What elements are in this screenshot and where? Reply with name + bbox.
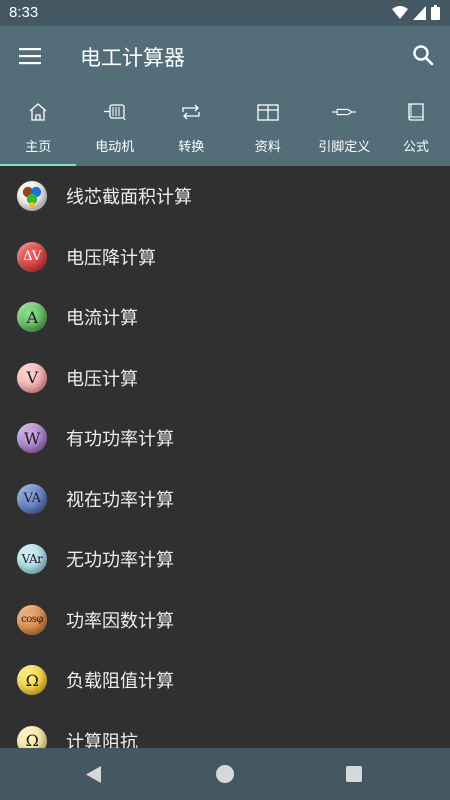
- back-button[interactable]: [86, 766, 102, 787]
- apparent-power-icon: VA: [17, 483, 47, 514]
- list-item-label: 视在功率计算: [66, 489, 174, 511]
- list-item-label: 有功功率计算: [66, 429, 174, 451]
- home-button[interactable]: [216, 765, 234, 783]
- voltage-drop-icon: ΔV: [17, 241, 47, 272]
- list-item-apparent-power[interactable]: VA 视在功率计算: [0, 469, 450, 530]
- wifi-icon: [392, 5, 408, 19]
- tab-label: 资料: [254, 140, 281, 155]
- tab-label: 主页: [25, 140, 52, 155]
- list-item-label: 电流计算: [66, 308, 138, 330]
- search-icon: [413, 45, 434, 66]
- tab-formula[interactable]: 公式: [383, 96, 450, 166]
- motor-icon: [103, 104, 126, 121]
- menu-button[interactable]: [18, 46, 44, 68]
- connector-icon: [332, 108, 357, 116]
- tab-label: 公式: [402, 140, 429, 155]
- book-icon: [408, 103, 424, 121]
- status-icons: [392, 5, 440, 20]
- list-item-power-factor[interactable]: cosφ 功率因数计算: [0, 590, 450, 651]
- table-icon: [257, 104, 279, 121]
- home-icon: [29, 103, 47, 121]
- list-item-wire-cross-section[interactable]: 线芯截面积计算: [0, 166, 450, 227]
- status-bar: 8:33: [0, 0, 450, 26]
- app-title: 电工计算器: [80, 46, 185, 70]
- list-item-impedance[interactable]: Ω 计算阻抗: [0, 711, 450, 748]
- list-item-voltage[interactable]: V 电压计算: [0, 348, 450, 409]
- active-power-icon: W: [17, 423, 47, 454]
- list-item-reactive-power[interactable]: VAr 无功功率计算: [0, 529, 450, 590]
- tab-pinout[interactable]: 引脚定义: [306, 96, 383, 166]
- tab-label: 电动机: [95, 140, 135, 155]
- tab-home[interactable]: 主页: [0, 96, 77, 166]
- battery-icon: [431, 5, 440, 20]
- list-item-label: 无功功率计算: [66, 550, 174, 572]
- list-item-label: 计算阻抗: [66, 731, 138, 748]
- list-item-label: 电压降计算: [66, 247, 156, 269]
- list-item-label: 负载阻值计算: [66, 671, 174, 693]
- wire-cores-graphic: [22, 187, 42, 209]
- reactive-power-icon: VAr: [17, 544, 47, 575]
- tab-bar: 主页 电动机 转换 资料 引脚定义 公式: [0, 96, 450, 166]
- tab-label: 引脚定义: [318, 140, 371, 155]
- impedance-icon: Ω: [17, 725, 47, 748]
- status-time: 8:33: [9, 4, 39, 21]
- system-nav-bar: [0, 748, 450, 800]
- list-item-voltage-drop[interactable]: ΔV 电压降计算: [0, 227, 450, 288]
- search-button[interactable]: [412, 44, 436, 68]
- list-item-active-power[interactable]: W 有功功率计算: [0, 408, 450, 469]
- calculator-list: 线芯截面积计算 ΔV 电压降计算 A 电流计算 V 电压计算 W 有功功率计算 …: [0, 166, 450, 748]
- recents-button[interactable]: [346, 766, 362, 782]
- signal-icon: [413, 5, 426, 20]
- tab-reference[interactable]: 资料: [230, 96, 307, 166]
- convert-icon: [182, 104, 200, 120]
- back-triangle-icon: [86, 766, 101, 783]
- list-item-current[interactable]: A 电流计算: [0, 287, 450, 348]
- list-item-label: 功率因数计算: [66, 610, 174, 632]
- list-item-load-resistance[interactable]: Ω 负载阻值计算: [0, 650, 450, 711]
- power-factor-icon: cosφ: [17, 604, 47, 635]
- load-resistance-icon: Ω: [17, 665, 47, 696]
- list-item-label: 线芯截面积计算: [66, 187, 192, 209]
- list-item-label: 电压计算: [66, 368, 138, 390]
- tab-label: 转换: [178, 140, 205, 155]
- menu-icon: [19, 48, 41, 65]
- wire-cores-icon: [17, 181, 47, 212]
- tab-motor[interactable]: 电动机: [77, 96, 154, 166]
- current-icon: A: [17, 302, 47, 333]
- app-bar: 电工计算器 主页 电动机 转换 资料 引脚定义 公式: [0, 26, 450, 166]
- voltage-icon: V: [17, 362, 47, 393]
- tab-convert[interactable]: 转换: [153, 96, 230, 166]
